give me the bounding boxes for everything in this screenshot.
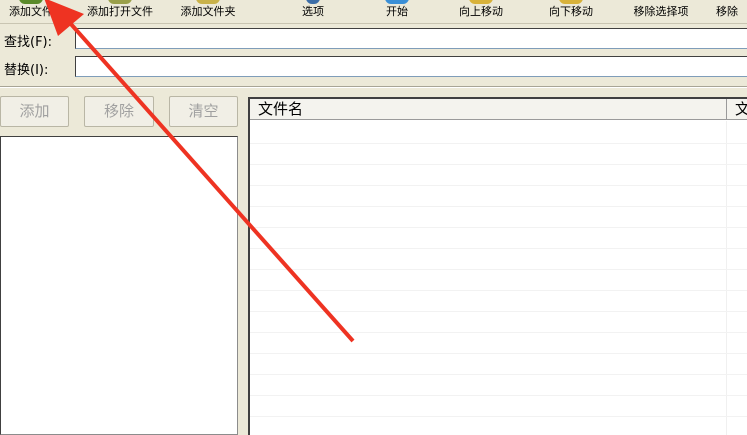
move-down-icon [559, 0, 583, 4]
add-file-icon [19, 0, 43, 4]
left-list[interactable] [0, 136, 238, 435]
remove-selected-button[interactable]: 移除选择项 [620, 0, 702, 24]
remove-button[interactable]: 移除 [716, 0, 747, 24]
add-folder-icon [196, 0, 220, 4]
move-up-button[interactable]: 向上移动 [446, 0, 516, 24]
separator [0, 86, 747, 88]
grid-line [250, 332, 747, 333]
grid-line [250, 164, 747, 165]
gear-icon [306, 0, 320, 4]
column-header-filename[interactable]: 文件名 [250, 99, 727, 120]
move-down-button[interactable]: 向下移动 [536, 0, 606, 24]
grid-line [250, 290, 747, 291]
grid-line [250, 227, 747, 228]
add-folder-button[interactable]: 添加文件夹 [170, 0, 246, 24]
grid-line [250, 395, 747, 396]
grid-line [250, 269, 747, 270]
find-input[interactable] [75, 28, 747, 49]
grid-line [250, 248, 747, 249]
add-open-file-icon [108, 0, 132, 4]
remove-list-button[interactable]: 移除 [84, 96, 154, 127]
add-button[interactable]: 添加 [0, 96, 69, 127]
replace-input[interactable] [75, 56, 747, 77]
start-icon [385, 0, 409, 4]
file-table[interactable]: 文件名 文 [248, 97, 747, 435]
start-button[interactable]: 开始 [374, 0, 420, 24]
grid-line [250, 206, 747, 207]
find-label: 查找(F): [4, 35, 53, 50]
add-file-button[interactable]: 添加文件 [0, 0, 62, 24]
grid-line [250, 143, 747, 144]
table-header: 文件名 文 [250, 99, 747, 120]
move-up-icon [469, 0, 493, 4]
grid-line [250, 416, 747, 417]
toolbar: 添加文件 添加打开文件 添加文件夹 选项 开始 向上移动 向下移动 移除选择项 … [0, 0, 747, 24]
options-button[interactable]: 选项 [290, 0, 336, 24]
grid-line [250, 311, 747, 312]
column-header-second[interactable]: 文 [727, 99, 747, 120]
clear-button[interactable]: 清空 [169, 96, 238, 127]
grid-line [250, 374, 747, 375]
replace-label: 替换(I): [4, 63, 49, 78]
grid-line [250, 185, 747, 186]
grid-column-line [726, 121, 727, 435]
grid-line [250, 353, 747, 354]
add-open-file-button[interactable]: 添加打开文件 [76, 0, 164, 24]
